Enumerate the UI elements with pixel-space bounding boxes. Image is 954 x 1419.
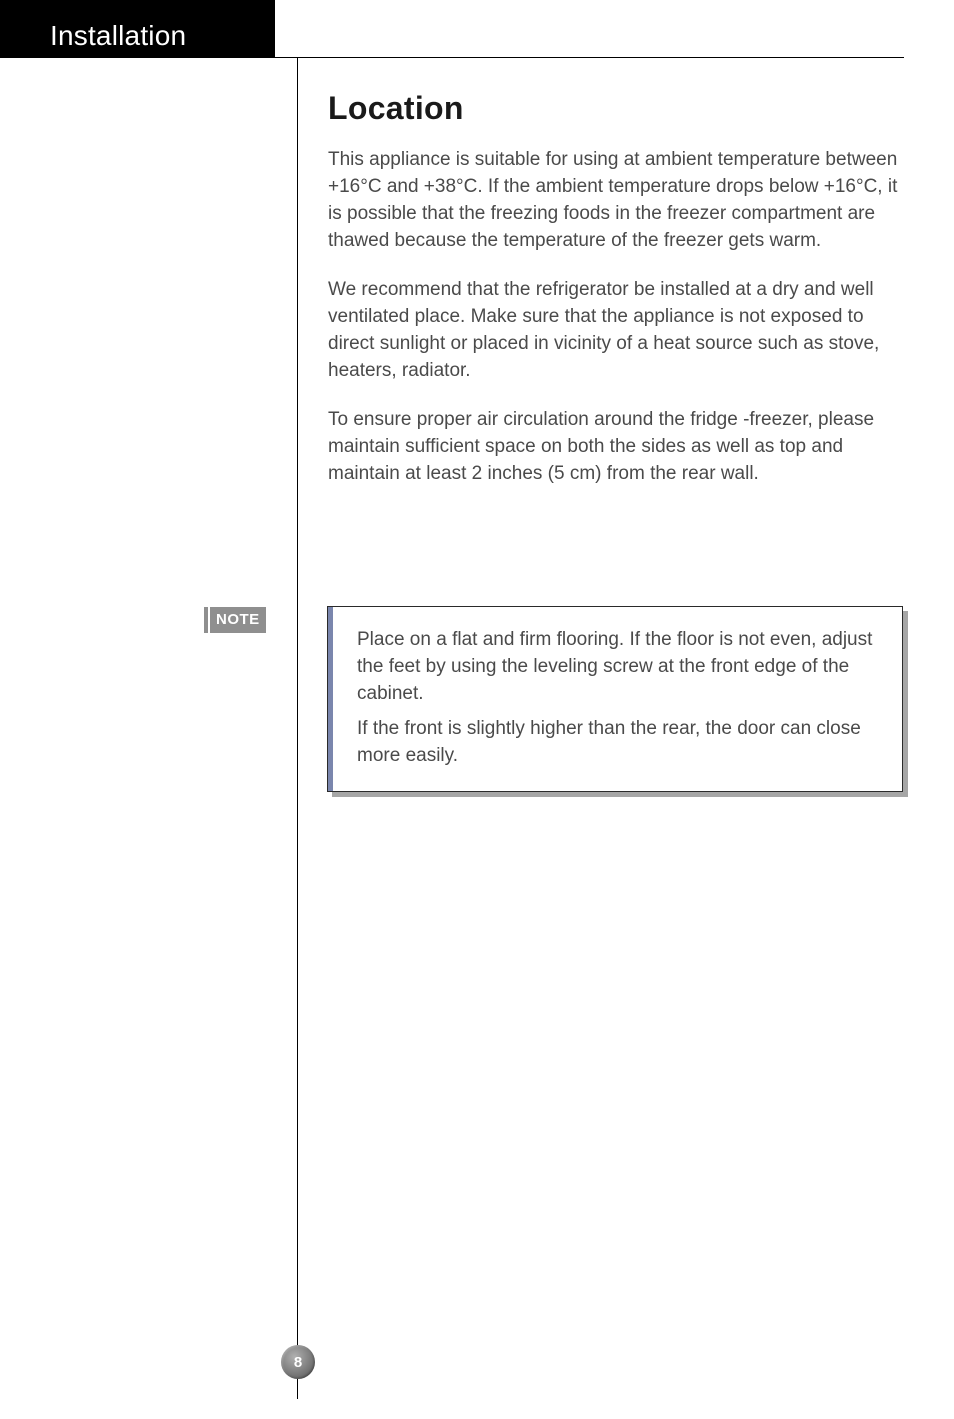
manual-page: Installation Location This appliance is … [0, 0, 954, 1419]
body-paragraph: This appliance is suitable for using at … [328, 147, 908, 255]
note-paragraph: Place on a flat and firm flooring. If th… [357, 627, 880, 708]
note-label: NOTE [210, 607, 266, 633]
body-paragraph: We recommend that the refrigerator be in… [328, 277, 908, 385]
section-title: Installation [50, 20, 186, 52]
body-paragraph: To ensure proper air circulation around … [328, 407, 908, 488]
vertical-rule [297, 58, 298, 1399]
page-heading: Location [328, 90, 908, 127]
note-paragraph: If the front is slightly higher than the… [357, 716, 880, 770]
note-box-content: Place on a flat and firm flooring. If th… [333, 607, 902, 791]
header-bar: Installation [0, 0, 275, 58]
note-box: Place on a flat and firm flooring. If th… [327, 606, 903, 792]
note-badge: NOTE [204, 607, 266, 633]
page-number-badge: 8 [281, 1345, 315, 1379]
page-number: 8 [294, 1354, 302, 1371]
top-rule [275, 57, 904, 58]
content-column: Location This appliance is suitable for … [328, 90, 908, 510]
note-badge-accent [204, 607, 208, 633]
